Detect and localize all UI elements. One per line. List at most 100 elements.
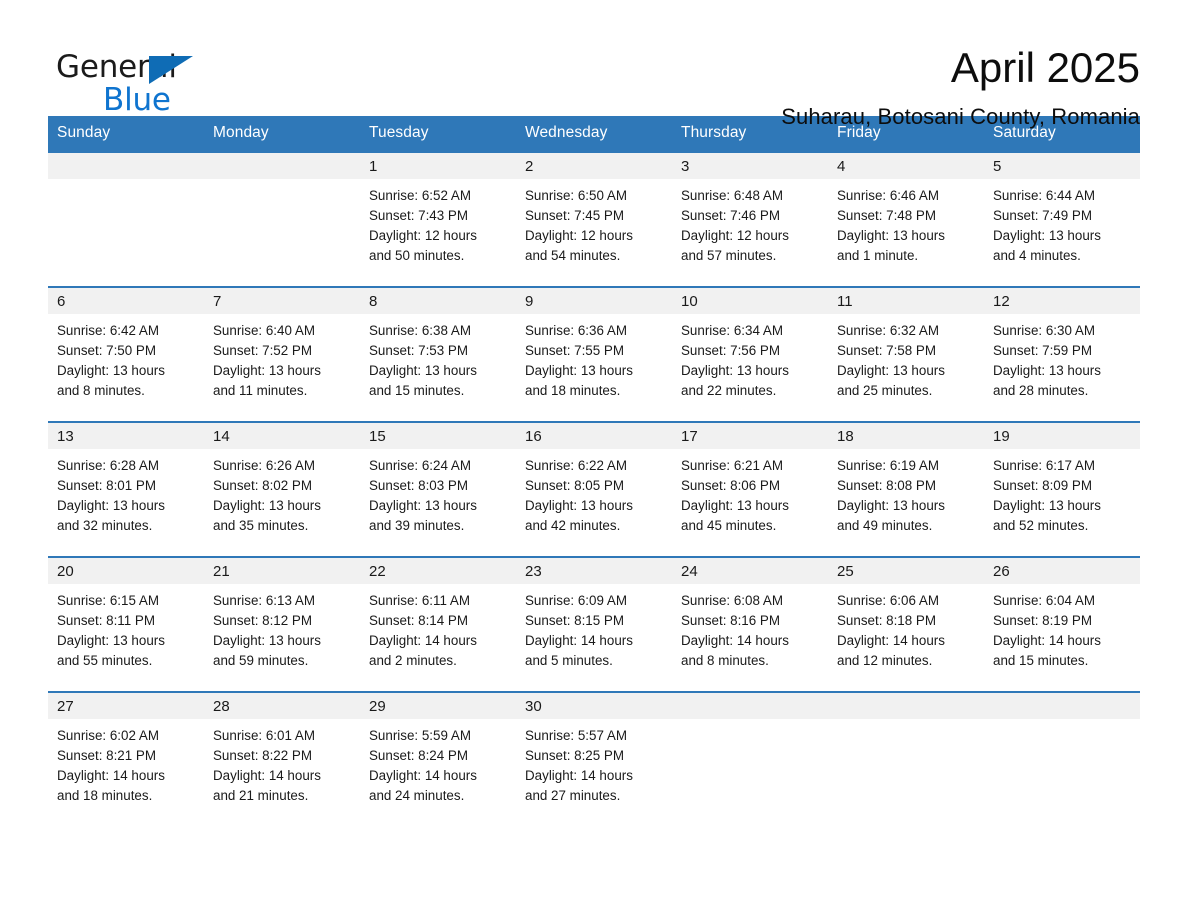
day-number: 8 xyxy=(360,288,516,314)
day-number xyxy=(828,693,984,719)
daylight-duration-line1: Daylight: 14 hours xyxy=(837,633,945,648)
sunrise-time: Sunrise: 6:34 AM xyxy=(681,323,783,338)
day-details: Sunrise: 6:34 AM Sunset: 7:56 PM Daylight:… xyxy=(672,314,828,401)
daylight-duration-line2: and 15 minutes. xyxy=(369,383,465,398)
daylight-duration-line1: Daylight: 12 hours xyxy=(369,228,477,243)
sunset-time: Sunset: 8:15 PM xyxy=(525,613,624,628)
sunrise-time: Sunrise: 6:38 AM xyxy=(369,323,471,338)
day-number xyxy=(984,693,1140,719)
day-cell-inner: 30 Sunrise: 5:57 AM Sunset: 8:25 PM Dayligh… xyxy=(516,693,672,826)
daylight-duration-line1: Daylight: 14 hours xyxy=(57,768,165,783)
calendar-day-cell[interactable]: 25 Sunrise: 6:06 AM Sunset: 8:18 PM Dayligh… xyxy=(828,556,984,692)
calendar-day-cell[interactable]: 20 Sunrise: 6:15 AM Sunset: 8:11 PM Dayligh… xyxy=(48,556,204,692)
calendar-day-cell[interactable]: 28 Sunrise: 6:01 AM Sunset: 8:22 PM Dayligh… xyxy=(204,691,360,826)
day-cell-inner: 10 Sunrise: 6:34 AM Sunset: 7:56 PM Dayligh… xyxy=(672,288,828,421)
calendar-day-cell[interactable]: 24 Sunrise: 6:08 AM Sunset: 8:16 PM Dayligh… xyxy=(672,556,828,692)
sunset-time: Sunset: 7:50 PM xyxy=(57,343,156,358)
day-cell-inner: 3 Sunrise: 6:48 AM Sunset: 7:46 PM Daylight… xyxy=(672,153,828,286)
sunrise-time: Sunrise: 5:59 AM xyxy=(369,728,471,743)
calendar-day-cell[interactable]: 19 Sunrise: 6:17 AM Sunset: 8:09 PM Dayligh… xyxy=(984,421,1140,557)
calendar-day-cell[interactable]: 9 Sunrise: 6:36 AM Sunset: 7:55 PM Daylight… xyxy=(516,286,672,422)
daylight-duration-line2: and 5 minutes. xyxy=(525,653,613,668)
day-cell-inner: 16 Sunrise: 6:22 AM Sunset: 8:05 PM Dayligh… xyxy=(516,423,672,556)
calendar-day-cell[interactable]: 27 Sunrise: 6:02 AM Sunset: 8:21 PM Dayligh… xyxy=(48,691,204,826)
daylight-duration-line2: and 11 minutes. xyxy=(213,383,308,398)
calendar-day-cell[interactable]: 11 Sunrise: 6:32 AM Sunset: 7:58 PM Dayligh… xyxy=(828,286,984,422)
sunrise-time: Sunrise: 6:52 AM xyxy=(369,188,471,203)
sunrise-time: Sunrise: 6:13 AM xyxy=(213,593,315,608)
calendar-day-cell[interactable]: 16 Sunrise: 6:22 AM Sunset: 8:05 PM Dayligh… xyxy=(516,421,672,557)
calendar-day-cell[interactable]: 14 Sunrise: 6:26 AM Sunset: 8:02 PM Dayligh… xyxy=(204,421,360,557)
day-number: 16 xyxy=(516,423,672,449)
calendar-day-cell[interactable]: 29 Sunrise: 5:59 AM Sunset: 8:24 PM Dayligh… xyxy=(360,691,516,826)
sunset-time: Sunset: 8:01 PM xyxy=(57,478,156,493)
sunset-time: Sunset: 7:48 PM xyxy=(837,208,936,223)
day-number: 1 xyxy=(360,153,516,179)
calendar-day-cell[interactable]: 26 Sunrise: 6:04 AM Sunset: 8:19 PM Dayligh… xyxy=(984,556,1140,692)
day-details: Sunrise: 6:52 AM Sunset: 7:43 PM Daylight:… xyxy=(360,179,516,266)
daylight-duration-line2: and 8 minutes. xyxy=(57,383,145,398)
day-cell-inner: 27 Sunrise: 6:02 AM Sunset: 8:21 PM Dayligh… xyxy=(48,693,204,826)
page-title: April 2025 xyxy=(950,44,1140,91)
day-cell-inner xyxy=(984,693,1140,826)
sunset-time: Sunset: 7:55 PM xyxy=(525,343,624,358)
day-details: Sunrise: 6:46 AM Sunset: 7:48 PM Daylight:… xyxy=(828,179,984,266)
calendar-day-cell[interactable]: 15 Sunrise: 6:24 AM Sunset: 8:03 PM Dayligh… xyxy=(360,421,516,557)
calendar-day-cell[interactable]: 6 Sunrise: 6:42 AM Sunset: 7:50 PM Daylight… xyxy=(48,286,204,422)
calendar-day-cell[interactable]: 13 Sunrise: 6:28 AM Sunset: 8:01 PM Dayligh… xyxy=(48,421,204,557)
daylight-duration-line2: and 22 minutes. xyxy=(681,383,777,398)
day-details: Sunrise: 6:17 AM Sunset: 8:09 PM Daylight:… xyxy=(984,449,1140,536)
day-number: 5 xyxy=(984,153,1140,179)
day-number: 11 xyxy=(828,288,984,314)
sunset-time: Sunset: 8:18 PM xyxy=(837,613,936,628)
calendar-day-cell[interactable]: 8 Sunrise: 6:38 AM Sunset: 7:53 PM Daylight… xyxy=(360,286,516,422)
sunrise-time: Sunrise: 6:11 AM xyxy=(369,593,470,608)
logo-text-blue: Blue xyxy=(103,82,171,118)
day-number: 12 xyxy=(984,288,1140,314)
weekday-header-tuesday: Tuesday xyxy=(360,116,516,152)
sunset-time: Sunset: 8:21 PM xyxy=(57,748,156,763)
calendar-day-cell[interactable]: 4 Sunrise: 6:46 AM Sunset: 7:48 PM Daylight… xyxy=(828,151,984,287)
day-details: Sunrise: 6:44 AM Sunset: 7:49 PM Daylight:… xyxy=(984,179,1140,266)
calendar-day-cell[interactable]: 3 Sunrise: 6:48 AM Sunset: 7:46 PM Daylight… xyxy=(672,151,828,287)
sunrise-time: Sunrise: 6:22 AM xyxy=(525,458,627,473)
calendar-day-cell[interactable]: 12 Sunrise: 6:30 AM Sunset: 7:59 PM Dayligh… xyxy=(984,286,1140,422)
day-details: Sunrise: 6:21 AM Sunset: 8:06 PM Daylight:… xyxy=(672,449,828,536)
general-blue-logo[interactable]: General Blue xyxy=(48,44,198,118)
day-number: 14 xyxy=(204,423,360,449)
sunrise-time: Sunrise: 6:21 AM xyxy=(681,458,783,473)
day-cell-inner: 1 Sunrise: 6:52 AM Sunset: 7:43 PM Daylight… xyxy=(360,153,516,286)
daylight-duration-line1: Daylight: 13 hours xyxy=(213,498,321,513)
day-cell-inner xyxy=(48,153,204,286)
calendar-day-cell[interactable]: 30 Sunrise: 5:57 AM Sunset: 8:25 PM Dayligh… xyxy=(516,691,672,826)
calendar-day-cell[interactable]: 23 Sunrise: 6:09 AM Sunset: 8:15 PM Dayligh… xyxy=(516,556,672,692)
calendar-day-cell[interactable]: 22 Sunrise: 6:11 AM Sunset: 8:14 PM Dayligh… xyxy=(360,556,516,692)
sunset-time: Sunset: 8:03 PM xyxy=(369,478,468,493)
calendar-day-cell[interactable]: 21 Sunrise: 6:13 AM Sunset: 8:12 PM Dayligh… xyxy=(204,556,360,692)
calendar-week-row: 13 Sunrise: 6:28 AM Sunset: 8:01 PM Dayligh… xyxy=(48,421,1140,557)
calendar-day-cell[interactable]: 7 Sunrise: 6:40 AM Sunset: 7:52 PM Daylight… xyxy=(204,286,360,422)
day-number: 27 xyxy=(48,693,204,719)
day-cell-inner: 4 Sunrise: 6:46 AM Sunset: 7:48 PM Daylight… xyxy=(828,153,984,286)
day-number: 26 xyxy=(984,558,1140,584)
sunrise-time: Sunrise: 6:32 AM xyxy=(837,323,939,338)
day-number: 13 xyxy=(48,423,204,449)
daylight-duration-line1: Daylight: 13 hours xyxy=(213,363,321,378)
day-number: 21 xyxy=(204,558,360,584)
calendar-day-cell[interactable]: 2 Sunrise: 6:50 AM Sunset: 7:45 PM Daylight… xyxy=(516,151,672,287)
day-details: Sunrise: 6:24 AM Sunset: 8:03 PM Daylight:… xyxy=(360,449,516,536)
day-number: 19 xyxy=(984,423,1140,449)
calendar-day-cell[interactable]: 18 Sunrise: 6:19 AM Sunset: 8:08 PM Dayligh… xyxy=(828,421,984,557)
sunset-time: Sunset: 7:46 PM xyxy=(681,208,780,223)
calendar-day-cell[interactable]: 17 Sunrise: 6:21 AM Sunset: 8:06 PM Dayligh… xyxy=(672,421,828,557)
calendar-day-cell-empty xyxy=(828,691,984,826)
daylight-duration-line1: Daylight: 13 hours xyxy=(681,498,789,513)
daylight-duration-line2: and 49 minutes. xyxy=(837,518,933,533)
calendar-day-cell[interactable]: 1 Sunrise: 6:52 AM Sunset: 7:43 PM Daylight… xyxy=(360,151,516,287)
daylight-duration-line1: Daylight: 13 hours xyxy=(993,363,1101,378)
calendar-day-cell[interactable]: 5 Sunrise: 6:44 AM Sunset: 7:49 PM Daylight… xyxy=(984,151,1140,287)
day-number: 15 xyxy=(360,423,516,449)
day-cell-inner: 28 Sunrise: 6:01 AM Sunset: 8:22 PM Dayligh… xyxy=(204,693,360,826)
daylight-duration-line1: Daylight: 12 hours xyxy=(681,228,789,243)
calendar-day-cell[interactable]: 10 Sunrise: 6:34 AM Sunset: 7:56 PM Dayligh… xyxy=(672,286,828,422)
